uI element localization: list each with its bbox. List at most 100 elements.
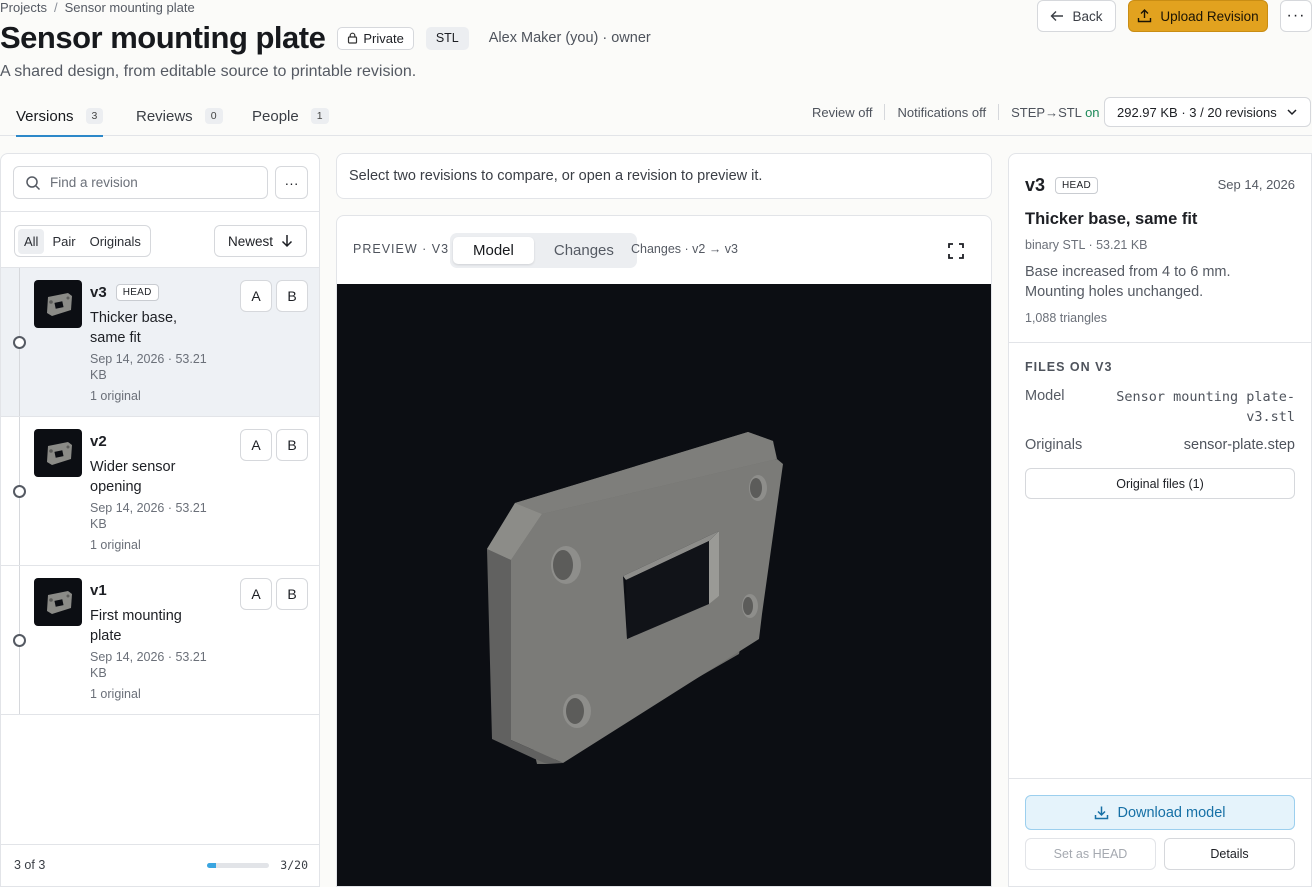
revision-version: v3: [90, 284, 107, 301]
more-options-button[interactable]: ···: [1280, 0, 1312, 32]
revision-title: First mounting plate: [90, 608, 182, 644]
model-render: [487, 432, 783, 764]
tab-reviews[interactable]: Reviews 0: [136, 96, 223, 136]
compare-a-button[interactable]: A: [240, 429, 272, 461]
revision-name: v2: [90, 433, 107, 450]
details-button[interactable]: Details: [1164, 838, 1295, 870]
lock-icon: [348, 32, 358, 44]
notifications-toggle[interactable]: Notifications off: [897, 105, 986, 120]
sort-button[interactable]: Newest: [214, 225, 307, 257]
details-triangles: 1,088 triangles: [1025, 311, 1108, 325]
revision-version: v2: [90, 433, 107, 450]
mode-changes[interactable]: Changes: [534, 237, 634, 264]
timeline-dot: [13, 485, 26, 498]
details-description: Base increased from 4 to 6 mm. Mounting …: [1025, 264, 1231, 300]
usage-bar-fill: [207, 863, 217, 868]
model-viewport[interactable]: [337, 284, 991, 886]
details-version: v3 HEAD: [1025, 175, 1099, 196]
timeline-dot: [13, 336, 26, 349]
search-input[interactable]: Find a revision: [13, 166, 268, 199]
conversion-label: STEP→STL: [1011, 104, 1082, 120]
revision-meta: Sep 14, 2026 · 53.21 KB: [90, 501, 207, 531]
title-row: Sensor mounting plate Private STL Alex M…: [0, 20, 651, 56]
visibility-badge[interactable]: Private: [337, 26, 414, 50]
upload-revision-button[interactable]: Upload Revision: [1128, 0, 1268, 32]
revision-list-panel: Find a revision ··· All Pair Originals N…: [0, 153, 320, 887]
tab-count: 3: [85, 108, 104, 124]
revision-row-v2[interactable]: v2 Wider sensor opening Sep 14, 2026 · 5…: [1, 417, 319, 566]
revision-meta: Sep 14, 2026 · 53.21 KB: [90, 352, 207, 382]
filter-pair[interactable]: Pair: [46, 229, 81, 254]
originals-file-name[interactable]: sensor-plate.step: [1184, 437, 1295, 453]
revision-originals: 1 original: [90, 538, 141, 552]
breadcrumb: Projects / Sensor mounting plate: [0, 0, 195, 15]
preview-label: PREVIEW · V3: [353, 242, 450, 256]
breadcrumb-separator: /: [53, 0, 58, 15]
upload-label: Upload Revision: [1160, 8, 1259, 24]
page-subtitle: A shared design, from editable source to…: [0, 63, 417, 80]
mode-model[interactable]: Model: [453, 237, 534, 264]
storage-quota-dropdown[interactable]: 292.97 KB · 3 / 20 revisions: [1104, 97, 1311, 127]
head-badge: HEAD: [1055, 177, 1099, 194]
revision-name: v3 HEAD: [90, 284, 159, 301]
filter-all[interactable]: All: [18, 228, 45, 254]
tab-people[interactable]: People 1: [252, 96, 329, 136]
files-heading: FILES ON V3: [1025, 360, 1113, 374]
fullscreen-icon[interactable]: [947, 242, 965, 260]
revision-details-panel: v3 HEAD Sep 14, 2026 Thicker base, same …: [1008, 153, 1312, 887]
tab-versions[interactable]: Versions 3: [16, 96, 104, 137]
revision-row-v1[interactable]: v1 First mounting plate Sep 14, 2026 · 5…: [1, 566, 319, 715]
download-label: Download model: [1117, 804, 1226, 821]
revision-row-v3[interactable]: v3 HEAD Thicker base, same fit Sep 14, 2…: [1, 268, 319, 417]
conversion-state: on: [1085, 104, 1100, 120]
conversion-toggle[interactable]: STEP→STL on: [1011, 105, 1099, 120]
tab-label: Versions: [16, 107, 74, 125]
filter-originals[interactable]: Originals: [84, 229, 147, 254]
revision-thumbnail: [34, 429, 82, 477]
revision-meta: Sep 14, 2026 · 53.21 KB: [90, 650, 207, 680]
details-version-name: v3: [1025, 175, 1046, 195]
arrow-down-icon: [281, 235, 293, 248]
compare-a-button[interactable]: A: [240, 578, 272, 610]
breadcrumb-projects-link[interactable]: Projects: [0, 0, 47, 15]
breadcrumb-current: Sensor mounting plate: [64, 0, 195, 15]
back-label: Back: [1072, 8, 1103, 24]
tab-label: People: [252, 107, 299, 125]
quota-label: 292.97 KB · 3 / 20 revisions: [1117, 104, 1277, 120]
compare-b-button[interactable]: B: [276, 429, 308, 461]
compare-hint: Select two revisions to compare, or open…: [336, 153, 992, 199]
details-title: Thicker base, same fit: [1025, 210, 1198, 228]
visibility-label: Private: [363, 30, 404, 46]
search-icon: [26, 176, 41, 191]
download-icon: [1095, 806, 1109, 820]
revision-title: Thicker base, same fit: [90, 310, 178, 346]
compare-b-button[interactable]: B: [276, 280, 308, 312]
search-placeholder: Find a revision: [50, 175, 138, 190]
revision-name: v1: [90, 582, 107, 599]
sort-label: Newest: [227, 233, 273, 249]
compare-b-button[interactable]: B: [276, 578, 308, 610]
filter-segmented-control: All Pair Originals: [14, 225, 151, 257]
set-as-head-button[interactable]: Set as HEAD: [1025, 838, 1156, 870]
divider: [1009, 342, 1312, 343]
chevron-down-icon: [1287, 109, 1297, 116]
revision-title: Wider sensor opening: [90, 459, 176, 495]
divider: [1009, 778, 1312, 779]
revision-count: 3 of 3: [14, 858, 46, 872]
details-meta: binary STL · 53.21 KB: [1025, 238, 1148, 252]
preview-panel: PREVIEW · V3 Model Changes Changes · v2 …: [336, 215, 992, 887]
more-icon: ···: [284, 174, 299, 191]
tab-count: 1: [310, 108, 329, 124]
revision-thumbnail: [34, 578, 82, 626]
review-toggle[interactable]: Review off: [812, 105, 872, 120]
revision-originals: 1 original: [90, 389, 141, 403]
model-file-name[interactable]: Sensor mounting plate-v3.stl: [1105, 387, 1295, 427]
revision-usage-bar: [207, 863, 269, 868]
head-badge: HEAD: [115, 284, 159, 301]
list-options-button[interactable]: ···: [275, 166, 308, 199]
back-button[interactable]: Back: [1037, 0, 1116, 32]
original-files-button[interactable]: Original files (1): [1025, 468, 1295, 499]
compare-a-button[interactable]: A: [240, 280, 272, 312]
timeline-dot: [13, 634, 26, 647]
download-model-button[interactable]: Download model: [1025, 795, 1295, 830]
